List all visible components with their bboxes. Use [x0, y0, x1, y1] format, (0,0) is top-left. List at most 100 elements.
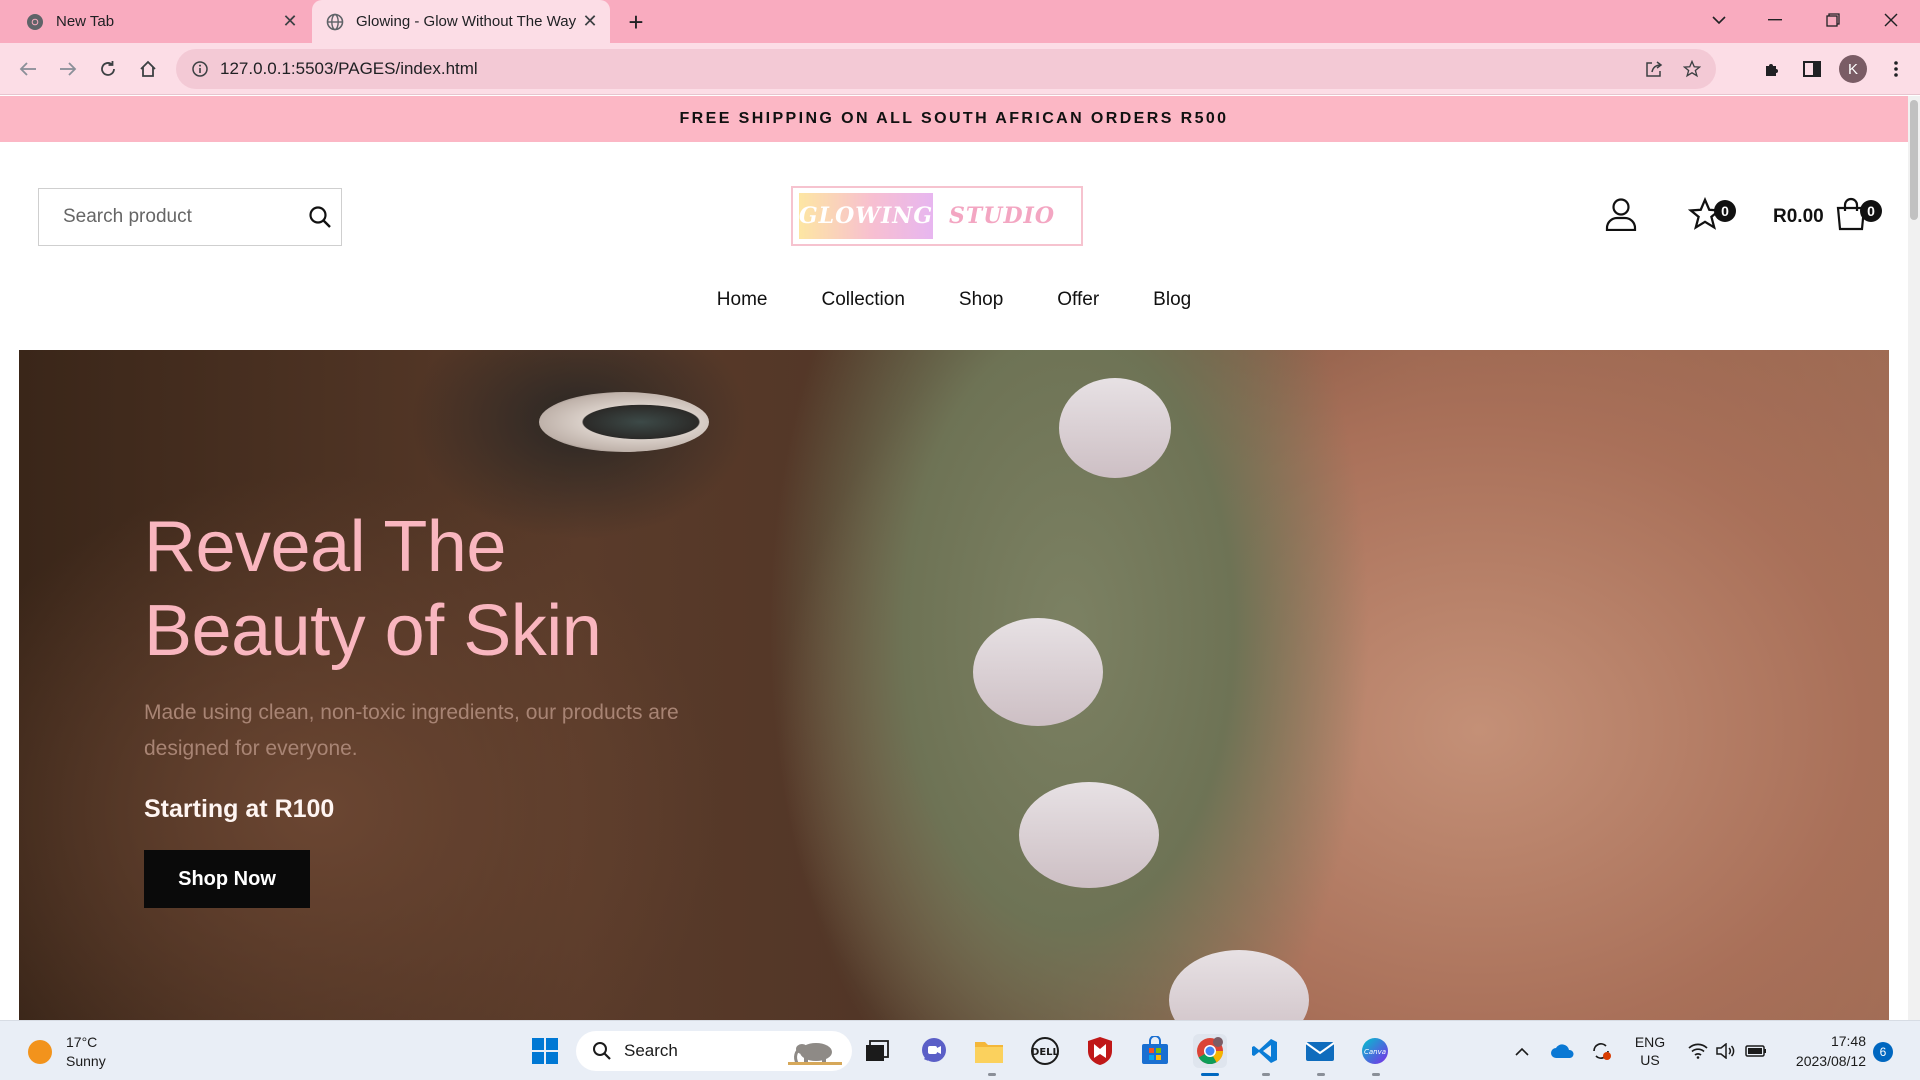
teams-chat-icon[interactable]: [917, 1034, 951, 1068]
search-icon[interactable]: [308, 203, 332, 231]
logo-text-glowing: GLOWING: [799, 193, 933, 239]
hero-title: Reveal The Beauty of Skin: [144, 505, 704, 673]
canva-icon[interactable]: Canva: [1358, 1034, 1392, 1068]
logo-text-studio: STUDIO: [949, 203, 1055, 229]
language-indicator[interactable]: ENG US: [1626, 1021, 1674, 1080]
task-view-icon[interactable]: [860, 1034, 894, 1068]
running-indicator: [988, 1073, 996, 1076]
browser-toolbar: 127.0.0.1:5503/PAGES/index.html K: [0, 43, 1920, 95]
elephant-search-highlight-icon: [788, 1043, 842, 1065]
wifi-icon[interactable]: [1684, 1021, 1712, 1080]
browser-tab-strip: New Tab ✕ Glowing - Glow Without The Way…: [0, 0, 1920, 43]
minimize-icon[interactable]: [1752, 0, 1798, 40]
mail-icon[interactable]: [1303, 1034, 1337, 1068]
forward-arrow-icon[interactable]: [52, 53, 84, 85]
search-input[interactable]: [63, 206, 308, 228]
announcement-bar: FREE SHIPPING ON ALL SOUTH AFRICAN ORDER…: [0, 96, 1908, 142]
hero-price: Starting at R100: [144, 795, 335, 823]
home-icon[interactable]: [132, 53, 164, 85]
show-hidden-icons-chevron-icon[interactable]: [1510, 1021, 1534, 1080]
clock-date: 2023/08/12: [1795, 1053, 1866, 1069]
cart-total: R0.00: [1773, 206, 1824, 227]
nav-blog[interactable]: Blog: [1153, 289, 1191, 311]
address-bar[interactable]: 127.0.0.1:5503/PAGES/index.html: [176, 49, 1716, 89]
tab-glowing[interactable]: Glowing - Glow Without The Way ✕: [312, 0, 610, 43]
site-info-icon[interactable]: [188, 57, 212, 81]
active-indicator: [1201, 1073, 1219, 1076]
vscode-icon[interactable]: [1248, 1034, 1282, 1068]
bookmark-star-icon[interactable]: [1678, 55, 1706, 83]
language-code: ENG: [1634, 1034, 1666, 1050]
taskbar-search[interactable]: Search: [576, 1031, 852, 1071]
taskbar: 17°C Sunny Search DELL Canva ENG US 17:4…: [0, 1020, 1920, 1080]
weather-widget[interactable]: 17°C Sunny: [28, 1033, 106, 1071]
share-icon[interactable]: [1640, 55, 1668, 83]
account-user-icon[interactable]: [1601, 194, 1641, 234]
hero-banner: Reveal The Beauty of Skin Made using cle…: [19, 350, 1889, 1020]
close-tab-icon[interactable]: ✕: [278, 10, 302, 34]
page-viewport: FREE SHIPPING ON ALL SOUTH AFRICAN ORDER…: [0, 96, 1920, 1020]
site-logo[interactable]: GLOWING STUDIO: [791, 186, 1083, 246]
taskbar-search-label: Search: [624, 1041, 678, 1060]
hero-title-line1: Reveal The: [144, 507, 506, 587]
sunny-weather-icon: [28, 1040, 52, 1064]
svg-text:Canva: Canva: [1364, 1048, 1386, 1056]
nav-shop[interactable]: Shop: [959, 289, 1003, 311]
search-icon: [593, 1042, 611, 1060]
tab-new-tab[interactable]: New Tab ✕: [12, 0, 310, 43]
page-scrollbar[interactable]: [1908, 96, 1920, 1020]
fingernail-shape: [1019, 782, 1159, 888]
new-tab-plus-icon[interactable]: +: [622, 7, 650, 37]
nav-offer[interactable]: Offer: [1057, 289, 1099, 311]
notification-count-badge[interactable]: 6: [1873, 1042, 1893, 1062]
reload-icon[interactable]: [92, 53, 124, 85]
chrome-taskbar-icon[interactable]: [1193, 1034, 1227, 1068]
fingernail-shape: [1059, 378, 1171, 478]
clock-time: 17:48: [1830, 1033, 1866, 1049]
weather-condition: Sunny: [66, 1053, 106, 1069]
hero-content: Reveal The Beauty of Skin Made using cle…: [144, 505, 704, 908]
windows-start-icon[interactable]: [528, 1034, 562, 1068]
sync-update-icon[interactable]: [1587, 1021, 1615, 1080]
shop-now-button[interactable]: Shop Now: [144, 850, 310, 908]
extensions-puzzle-icon[interactable]: [1756, 53, 1788, 85]
eye-shape: [539, 392, 709, 452]
chrome-icon: [26, 13, 44, 31]
tab-search-chevron-icon[interactable]: [1696, 0, 1742, 40]
side-panel-icon[interactable]: [1796, 53, 1828, 85]
wishlist-count-badge: 0: [1714, 200, 1736, 222]
system-clock[interactable]: 17:48 2023/08/12: [1776, 1031, 1866, 1071]
globe-icon: [326, 13, 344, 31]
close-window-icon[interactable]: [1868, 0, 1914, 40]
hero-title-line2: Beauty of Skin: [144, 591, 602, 671]
back-arrow-icon[interactable]: [12, 53, 44, 85]
onedrive-cloud-icon[interactable]: [1548, 1021, 1576, 1080]
more-menu-icon[interactable]: [1880, 53, 1912, 85]
dell-icon[interactable]: DELL: [1028, 1034, 1062, 1068]
url-text: 127.0.0.1:5503/PAGES/index.html: [220, 59, 478, 78]
product-search[interactable]: [38, 188, 342, 246]
nav-home[interactable]: Home: [717, 289, 768, 311]
profile-avatar[interactable]: K: [1839, 55, 1867, 83]
running-indicator: [1262, 1073, 1270, 1076]
main-navigation: Home Collection Shop Offer Blog: [0, 289, 1908, 311]
tab-title: New Tab: [56, 13, 115, 30]
scrollbar-thumb[interactable]: [1910, 100, 1918, 220]
nav-collection[interactable]: Collection: [821, 289, 904, 311]
running-indicator: [1317, 1073, 1325, 1076]
file-explorer-icon[interactable]: [972, 1034, 1006, 1068]
close-tab-icon[interactable]: ✕: [578, 10, 602, 34]
microsoft-store-icon[interactable]: [1138, 1034, 1172, 1068]
cart-count-badge: 0: [1860, 200, 1882, 222]
volume-speaker-icon[interactable]: [1712, 1021, 1740, 1080]
mcafee-shield-icon[interactable]: [1083, 1034, 1117, 1068]
restore-icon[interactable]: [1810, 0, 1856, 40]
hero-subtitle: Made using clean, non-toxic ingredients,…: [144, 701, 679, 760]
fingernail-shape: [973, 618, 1103, 726]
tab-title: Glowing - Glow Without The Way: [356, 13, 577, 30]
battery-icon[interactable]: [1742, 1021, 1770, 1080]
svg-text:DELL: DELL: [1031, 1047, 1060, 1058]
weather-temp: 17°C: [66, 1034, 98, 1050]
fingernail-shape: [1169, 950, 1309, 1020]
region-code: US: [1640, 1052, 1660, 1068]
